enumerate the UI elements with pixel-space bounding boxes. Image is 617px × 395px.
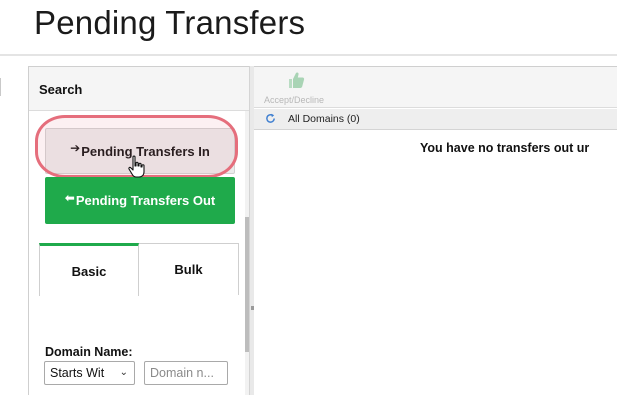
domain-match-value: Starts Wit — [50, 366, 105, 380]
hand-pointer-icon — [128, 155, 145, 178]
empty-results-message: You have no transfers out ur — [420, 141, 590, 155]
title-divider — [0, 54, 617, 56]
chevron-down-icon: ⌄ — [119, 367, 128, 378]
pending-transfers-out-button[interactable]: ⬅ Pending Transfers Out — [45, 177, 235, 224]
accept-decline-label: Accept/Decline — [263, 95, 325, 105]
search-panel: Search ➔ Pending Transfers In ⬅ Pending … — [28, 66, 250, 395]
tab-bulk[interactable]: Bulk — [139, 243, 239, 295]
accept-decline-button[interactable]: Accept/Decline — [259, 70, 329, 106]
results-toolbar: Accept/Decline — [254, 66, 617, 108]
domain-match-select[interactable]: Starts Wit ⌄ — [44, 361, 135, 385]
search-panel-header: Search — [29, 67, 249, 111]
search-mode-tabs: Basic Bulk — [39, 243, 239, 296]
all-domains-bar: All Domains (0) — [254, 109, 617, 130]
search-panel-title: Search — [39, 82, 83, 97]
results-area: You have no transfers out ur — [254, 130, 617, 395]
pending-transfers-out-label: Pending Transfers Out — [75, 193, 216, 208]
page-title: Pending Transfers — [34, 4, 306, 41]
page-edge-mark — [0, 78, 3, 96]
tab-basic[interactable]: Basic — [39, 243, 139, 296]
arrow-right-icon: ➔ — [70, 141, 81, 155]
refresh-icon[interactable] — [265, 113, 276, 124]
all-domains-label: All Domains (0) — [288, 113, 360, 125]
arrow-left-icon: ⬅ — [64, 190, 75, 205]
domain-name-input[interactable] — [144, 361, 228, 385]
domain-name-label: Domain Name: — [45, 345, 133, 359]
thumbs-up-icon — [289, 72, 305, 88]
